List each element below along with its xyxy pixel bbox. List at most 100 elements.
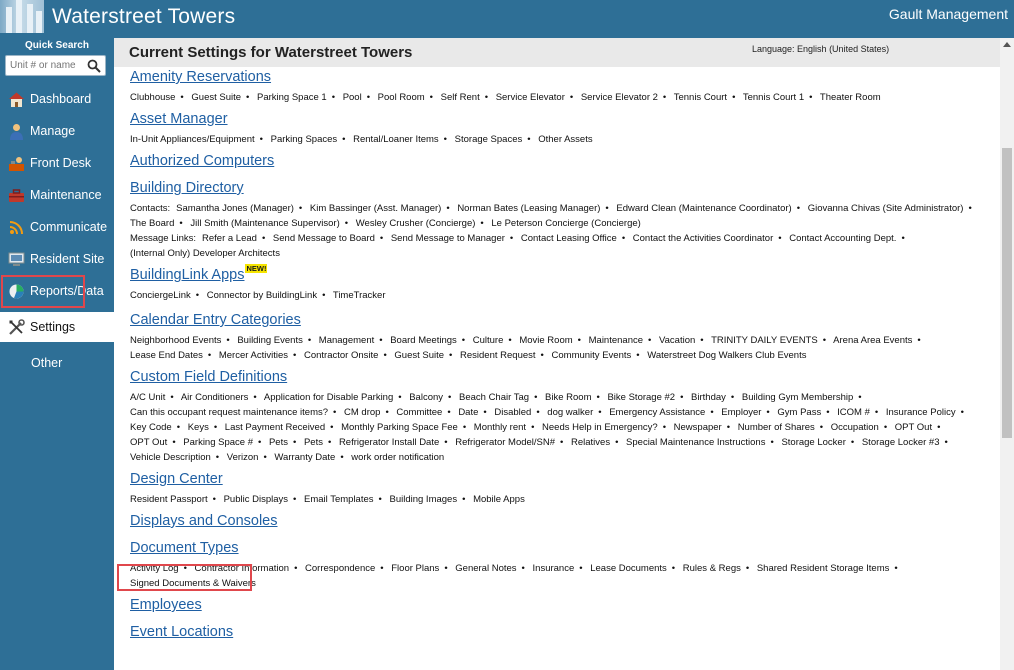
setting-item[interactable]: OPT Out — [130, 437, 167, 448]
setting-item[interactable]: Vacation — [659, 335, 695, 346]
setting-item[interactable]: Culture — [473, 335, 504, 346]
setting-item[interactable]: dog walker — [547, 407, 593, 418]
setting-item[interactable]: Samantha Jones (Manager) — [176, 203, 294, 214]
sidebar-item-manage[interactable]: Manage — [0, 116, 114, 146]
setting-item[interactable]: Board Meetings — [390, 335, 457, 346]
setting-item[interactable]: Key Code — [130, 422, 172, 433]
setting-item[interactable]: Email Templates — [304, 494, 374, 505]
setting-item[interactable]: Public Displays — [224, 494, 288, 505]
setting-item[interactable]: Mobile Apps — [473, 494, 525, 505]
setting-item[interactable]: Rental/Loaner Items — [353, 134, 439, 145]
setting-item[interactable]: Mercer Activities — [219, 350, 288, 361]
section-title-link[interactable]: Employees — [130, 596, 202, 614]
setting-item[interactable]: Occupation — [831, 422, 879, 433]
setting-item[interactable]: work order notification — [351, 452, 444, 463]
setting-item[interactable]: Balcony — [409, 392, 443, 403]
setting-item[interactable]: Other Assets — [538, 134, 592, 145]
section-title-link[interactable]: Event Locations — [130, 623, 233, 641]
setting-item[interactable]: Emergency Assistance — [609, 407, 705, 418]
setting-item[interactable]: Wesley Crusher (Concierge) — [356, 218, 476, 229]
setting-item[interactable]: Connector by BuildingLink — [207, 290, 317, 301]
sidebar-item-resident-site[interactable]: Resident Site — [0, 244, 114, 274]
setting-item[interactable]: CM drop — [344, 407, 380, 418]
setting-item[interactable]: TRINITY DAILY EVENTS — [711, 335, 818, 346]
setting-item[interactable]: Birthday — [691, 392, 726, 403]
setting-item[interactable]: Storage Spaces — [455, 134, 523, 145]
setting-item[interactable]: In-Unit Appliances/Equipment — [130, 134, 255, 145]
setting-item[interactable]: Insurance — [533, 563, 575, 574]
setting-item[interactable]: Warranty Date — [274, 452, 335, 463]
section-title-link[interactable]: Displays and Consoles — [130, 512, 278, 530]
setting-item[interactable]: Shared Resident Storage Items — [757, 563, 890, 574]
search-icon[interactable] — [87, 59, 101, 73]
setting-item[interactable]: Relatives — [571, 437, 610, 448]
setting-item[interactable]: Guest Suite — [191, 92, 241, 103]
setting-item[interactable]: Lease Documents — [590, 563, 667, 574]
setting-item[interactable]: Date — [458, 407, 478, 418]
setting-item[interactable]: Storage Locker #3 — [862, 437, 940, 448]
setting-item[interactable]: (Internal Only) Developer Architects — [130, 248, 280, 259]
setting-item[interactable]: Refrigerator Model/SN# — [455, 437, 555, 448]
sidebar-item-front-desk[interactable]: Front Desk — [0, 148, 114, 178]
setting-item[interactable]: Parking Space # — [183, 437, 253, 448]
setting-item[interactable]: Jill Smith (Maintenance Supervisor) — [190, 218, 339, 229]
section-title-link[interactable]: Amenity Reservations — [130, 68, 271, 86]
setting-item[interactable]: Building Events — [237, 335, 302, 346]
setting-item[interactable]: Floor Plans — [391, 563, 439, 574]
scroll-thumb[interactable] — [1002, 148, 1012, 438]
setting-item[interactable]: Bike Storage #2 — [607, 392, 675, 403]
setting-item[interactable]: Building Images — [389, 494, 457, 505]
setting-item[interactable]: Community Events — [552, 350, 632, 361]
sidebar-item-maintenance[interactable]: Maintenance — [0, 180, 114, 210]
setting-item[interactable]: ConciergeLink — [130, 290, 191, 301]
setting-item[interactable]: General Notes — [455, 563, 516, 574]
setting-item[interactable]: Service Elevator — [496, 92, 565, 103]
setting-item[interactable]: Rules & Regs — [683, 563, 741, 574]
section-title-link[interactable]: Design Center — [130, 470, 223, 488]
setting-item[interactable]: Vehicle Description — [130, 452, 211, 463]
setting-item[interactable]: Theater Room — [820, 92, 881, 103]
setting-item[interactable]: Giovanna Chivas (Site Administrator) — [808, 203, 964, 214]
setting-item[interactable]: Storage Locker — [781, 437, 845, 448]
setting-item[interactable]: Guest Suite — [394, 350, 444, 361]
setting-item[interactable]: Waterstreet Dog Walkers Club Events — [647, 350, 806, 361]
scroll-up-arrow-icon[interactable] — [1003, 42, 1011, 47]
setting-item[interactable]: Committee — [396, 407, 442, 418]
section-title-link[interactable]: Asset Manager — [130, 110, 228, 128]
setting-item[interactable]: Kim Bassinger (Asst. Manager) — [310, 203, 441, 214]
setting-item[interactable]: Pool — [343, 92, 362, 103]
setting-item[interactable]: Norman Bates (Leasing Manager) — [457, 203, 600, 214]
sidebar-item-dashboard[interactable]: Dashboard — [0, 84, 114, 114]
section-title-link[interactable]: Custom Field Definitions — [130, 368, 287, 386]
setting-item[interactable]: TimeTracker — [333, 290, 386, 301]
setting-item[interactable]: Pool Room — [378, 92, 425, 103]
sidebar-item-settings[interactable]: Settings — [0, 312, 114, 342]
setting-item[interactable]: Monthly rent — [474, 422, 526, 433]
setting-item[interactable]: Special Maintenance Instructions — [626, 437, 765, 448]
setting-item[interactable]: Tennis Court 1 — [743, 92, 804, 103]
setting-item[interactable]: Gym Pass — [777, 407, 821, 418]
setting-item[interactable]: Newspaper — [674, 422, 722, 433]
setting-item[interactable]: Arena Area Events — [833, 335, 912, 346]
setting-item[interactable]: Beach Chair Tag — [459, 392, 529, 403]
setting-item[interactable]: Pets — [304, 437, 323, 448]
setting-item[interactable]: Send Message to Board — [273, 233, 375, 244]
setting-item[interactable]: Verizon — [227, 452, 259, 463]
setting-item[interactable]: Parking Spaces — [271, 134, 338, 145]
setting-item[interactable]: Air Conditioners — [181, 392, 249, 403]
setting-item[interactable]: Refer a Lead — [202, 233, 257, 244]
setting-item[interactable]: OPT Out — [895, 422, 932, 433]
vertical-scrollbar[interactable] — [1000, 38, 1014, 670]
sidebar-item-communicate[interactable]: Communicate — [0, 212, 114, 242]
setting-item[interactable]: Refrigerator Install Date — [339, 437, 439, 448]
section-title-link[interactable]: Building Directory — [130, 179, 244, 197]
section-title-link[interactable]: Document Types — [130, 539, 239, 557]
setting-item[interactable]: Movie Room — [519, 335, 572, 346]
setting-item[interactable]: Needs Help in Emergency? — [542, 422, 658, 433]
setting-item[interactable]: Service Elevator 2 — [581, 92, 658, 103]
setting-item[interactable]: Correspondence — [305, 563, 375, 574]
setting-item[interactable]: Keys — [188, 422, 209, 433]
section-title-link[interactable]: Authorized Computers — [130, 152, 274, 170]
setting-item[interactable]: Employer — [721, 407, 761, 418]
setting-item[interactable]: Building Gym Membership — [742, 392, 853, 403]
